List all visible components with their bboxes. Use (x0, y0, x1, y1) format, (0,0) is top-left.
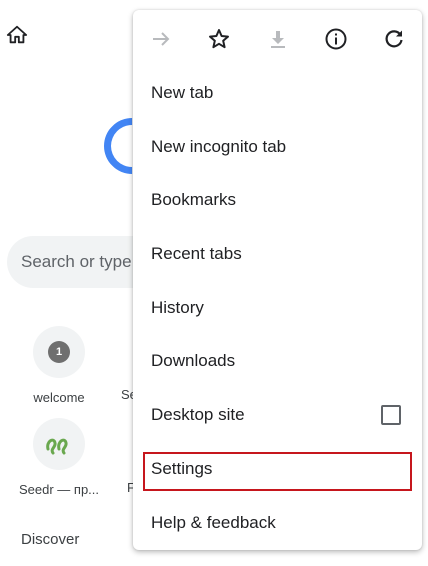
menu-item-label: New incognito tab (151, 137, 287, 156)
menu-item-help-feedback[interactable]: Help & feedback (133, 496, 422, 550)
tile-label: Seedr — пр... (18, 482, 100, 497)
menu-item-desktop-site[interactable]: Desktop site (133, 388, 422, 442)
menu-item-label: Recent tabs (151, 244, 242, 263)
menu-toolbar (133, 10, 422, 66)
search-placeholder: Search or type (21, 252, 132, 271)
menu-item-label: History (151, 298, 204, 317)
menu-item-label: Downloads (151, 351, 236, 370)
page-info-button[interactable] (323, 26, 349, 52)
discover-heading: Discover (21, 531, 80, 548)
menu-item-bookmarks[interactable]: Bookmarks (133, 173, 422, 227)
menu-item-label: Help & feedback (151, 513, 276, 532)
menu-item-label: Bookmarks (151, 190, 237, 209)
forward-arrow-icon (153, 32, 170, 46)
number-icon: 1 (48, 341, 70, 363)
most-visited-tile-seedr[interactable]: Seedr — пр... (14, 418, 104, 497)
reload-button[interactable] (381, 26, 407, 52)
bookmark-star-button[interactable] (206, 26, 232, 52)
settings-highlight-box (143, 452, 412, 491)
seedr-logo-icon (46, 438, 68, 455)
menu-item-recent-tabs[interactable]: Recent tabs (133, 227, 422, 281)
menu-item-new-tab[interactable]: New tab (133, 66, 422, 120)
tile-label: welcome (33, 390, 85, 405)
info-icon (325, 28, 347, 50)
tile-icon-container: 1 (33, 326, 85, 378)
menu-item-new-incognito-tab[interactable]: New incognito tab (133, 120, 422, 174)
desktop-site-checkbox[interactable] (381, 405, 401, 425)
forward-button[interactable] (148, 26, 174, 52)
home-button[interactable] (4, 22, 30, 48)
star-icon (209, 29, 229, 49)
menu-item-label: New tab (151, 83, 214, 102)
menu-item-label: Desktop site (151, 405, 245, 424)
most-visited-tile-welcome[interactable]: 1 welcome (14, 326, 104, 405)
menu-item-downloads[interactable]: Downloads (133, 334, 422, 388)
reload-icon (385, 30, 403, 48)
download-icon (271, 31, 285, 48)
home-icon (6, 25, 28, 44)
tile-icon-container (33, 418, 85, 470)
download-button[interactable] (265, 26, 291, 52)
menu-item-history[interactable]: History (133, 281, 422, 335)
